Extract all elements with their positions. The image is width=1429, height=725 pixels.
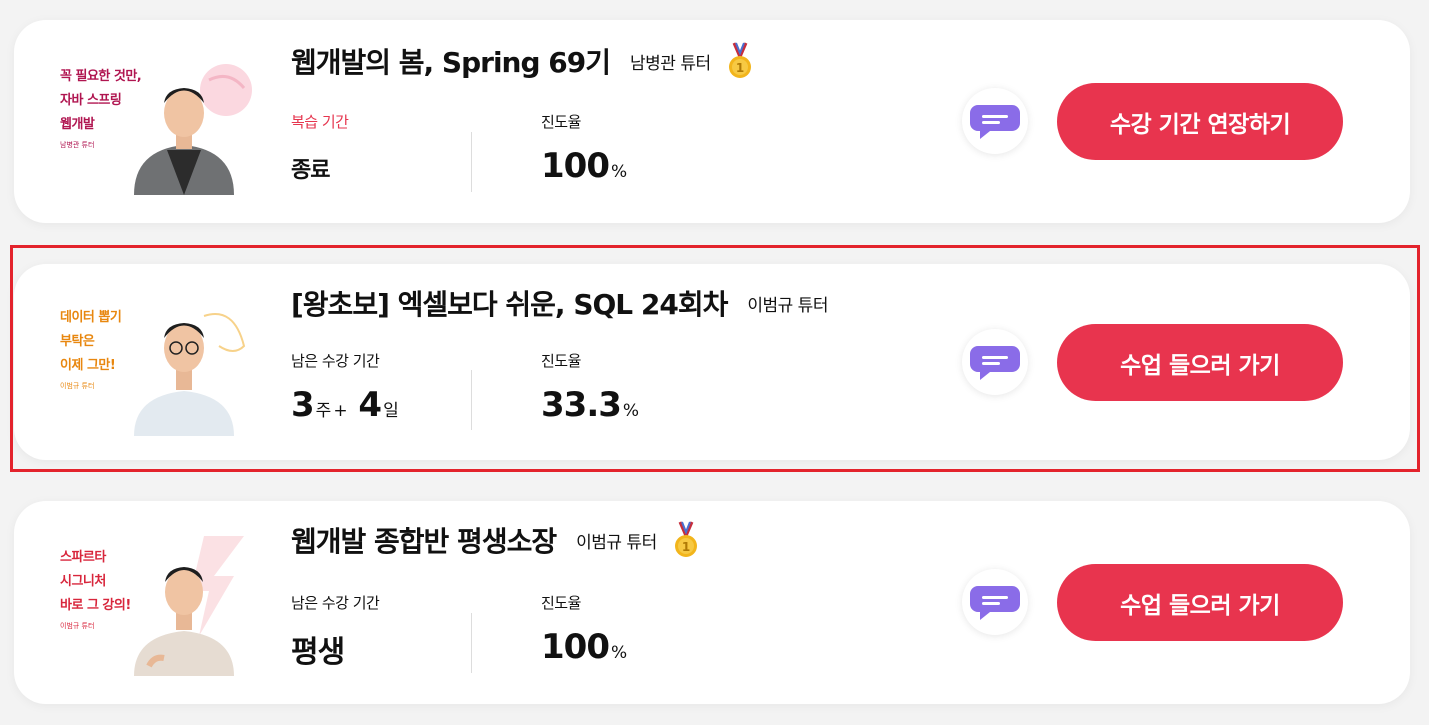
chat-button[interactable]	[962, 329, 1028, 395]
progress-stat: 진도율 33.3%	[541, 351, 639, 425]
gold-medal-icon: 1	[728, 42, 751, 78]
progress-stat: 진도율 100%	[541, 593, 627, 667]
course-title[interactable]: 웹개발의 봄, Spring 69기	[291, 41, 611, 81]
gold-medal-icon: 1	[674, 521, 697, 557]
chat-button[interactable]	[962, 569, 1028, 635]
divider	[471, 370, 472, 430]
course-title-row: 웹개발의 봄, Spring 69기 남병관 튜터 1	[291, 42, 755, 80]
svg-text:1: 1	[735, 61, 743, 75]
divider	[471, 132, 472, 192]
review-period-stat: 복습 기간 종료	[291, 112, 349, 184]
stat-label: 남은 수강 기간	[291, 352, 380, 370]
course-title[interactable]: [왕초보] 엑셀보다 쉬운, SQL 24회차	[291, 283, 728, 323]
remaining-period-stat: 남은 수강 기간 3 주 + 4일	[291, 351, 399, 425]
thumbnail-headline: 스파르타 시그니처 바로 그 강의!	[60, 550, 131, 613]
divider	[471, 613, 472, 673]
stat-label: 진도율	[541, 352, 581, 370]
stat-value: 종료	[291, 158, 330, 183]
course-title-row: 웹개발 종합반 평생소장 이범규 튜터 1	[291, 521, 701, 559]
stat-value: 평생	[291, 635, 345, 670]
extend-period-button[interactable]: 수강 기간 연장하기	[1057, 83, 1343, 160]
stat-label: 진도율	[541, 594, 581, 612]
thumbnail-headline: 데이터 뽑기 부탁은 이제 그만!	[60, 310, 122, 373]
tutor-name: 이범규 튜터	[747, 295, 828, 316]
thumbnail-tutor: 남병관 튜터	[60, 141, 95, 149]
course-thumbnail[interactable]: 데이터 뽑기 부탁은 이제 그만! 이범규 튜터	[54, 286, 264, 436]
chat-bubble-icon	[970, 105, 1020, 139]
progress-value: 100%	[541, 627, 628, 667]
progress-value: 33.3%	[541, 385, 640, 425]
chat-button[interactable]	[962, 88, 1028, 154]
course-title[interactable]: 웹개발 종합반 평생소장	[291, 520, 557, 560]
stat-label: 남은 수강 기간	[291, 594, 380, 612]
remaining-period-stat: 남은 수강 기간 평생	[291, 593, 380, 671]
thumbnail-tutor: 이범규 튜터	[60, 382, 95, 390]
progress-value: 100%	[541, 146, 628, 186]
course-card: 스파르타 시그니처 바로 그 강의! 이범규 튜터 웹개발 종합반 평생소장 이…	[14, 501, 1410, 704]
remaining-period-value: 3 주 + 4일	[291, 385, 399, 425]
progress-stat: 진도율 100%	[541, 112, 627, 186]
thumbnail-tutor: 이범규 튜터	[60, 622, 95, 630]
chat-bubble-icon	[970, 586, 1020, 620]
go-to-class-button[interactable]: 수업 들으러 가기	[1057, 324, 1343, 401]
stat-label: 복습 기간	[291, 113, 349, 131]
course-thumbnail[interactable]: 스파르타 시그니처 바로 그 강의! 이범규 튜터	[54, 526, 264, 676]
course-title-row: [왕초보] 엑셀보다 쉬운, SQL 24회차 이범규 튜터	[291, 284, 828, 322]
course-card: 데이터 뽑기 부탁은 이제 그만! 이범규 튜터 [왕초보] 엑셀보다 쉬운, …	[14, 264, 1410, 460]
tutor-name: 이범규 튜터	[576, 532, 657, 553]
course-card: 꼭 필요한 것만, 자바 스프링 웹개발 남병관 튜터 웹개발의 봄, Spri…	[14, 20, 1410, 223]
svg-text:1: 1	[682, 540, 690, 554]
thumbnail-headline: 꼭 필요한 것만, 자바 스프링 웹개발	[60, 69, 142, 132]
stat-label: 진도율	[541, 113, 581, 131]
chat-bubble-icon	[970, 346, 1020, 380]
tutor-name: 남병관 튜터	[630, 53, 711, 74]
go-to-class-button[interactable]: 수업 들으러 가기	[1057, 564, 1343, 641]
course-thumbnail[interactable]: 꼭 필요한 것만, 자바 스프링 웹개발 남병관 튜터	[54, 45, 264, 195]
